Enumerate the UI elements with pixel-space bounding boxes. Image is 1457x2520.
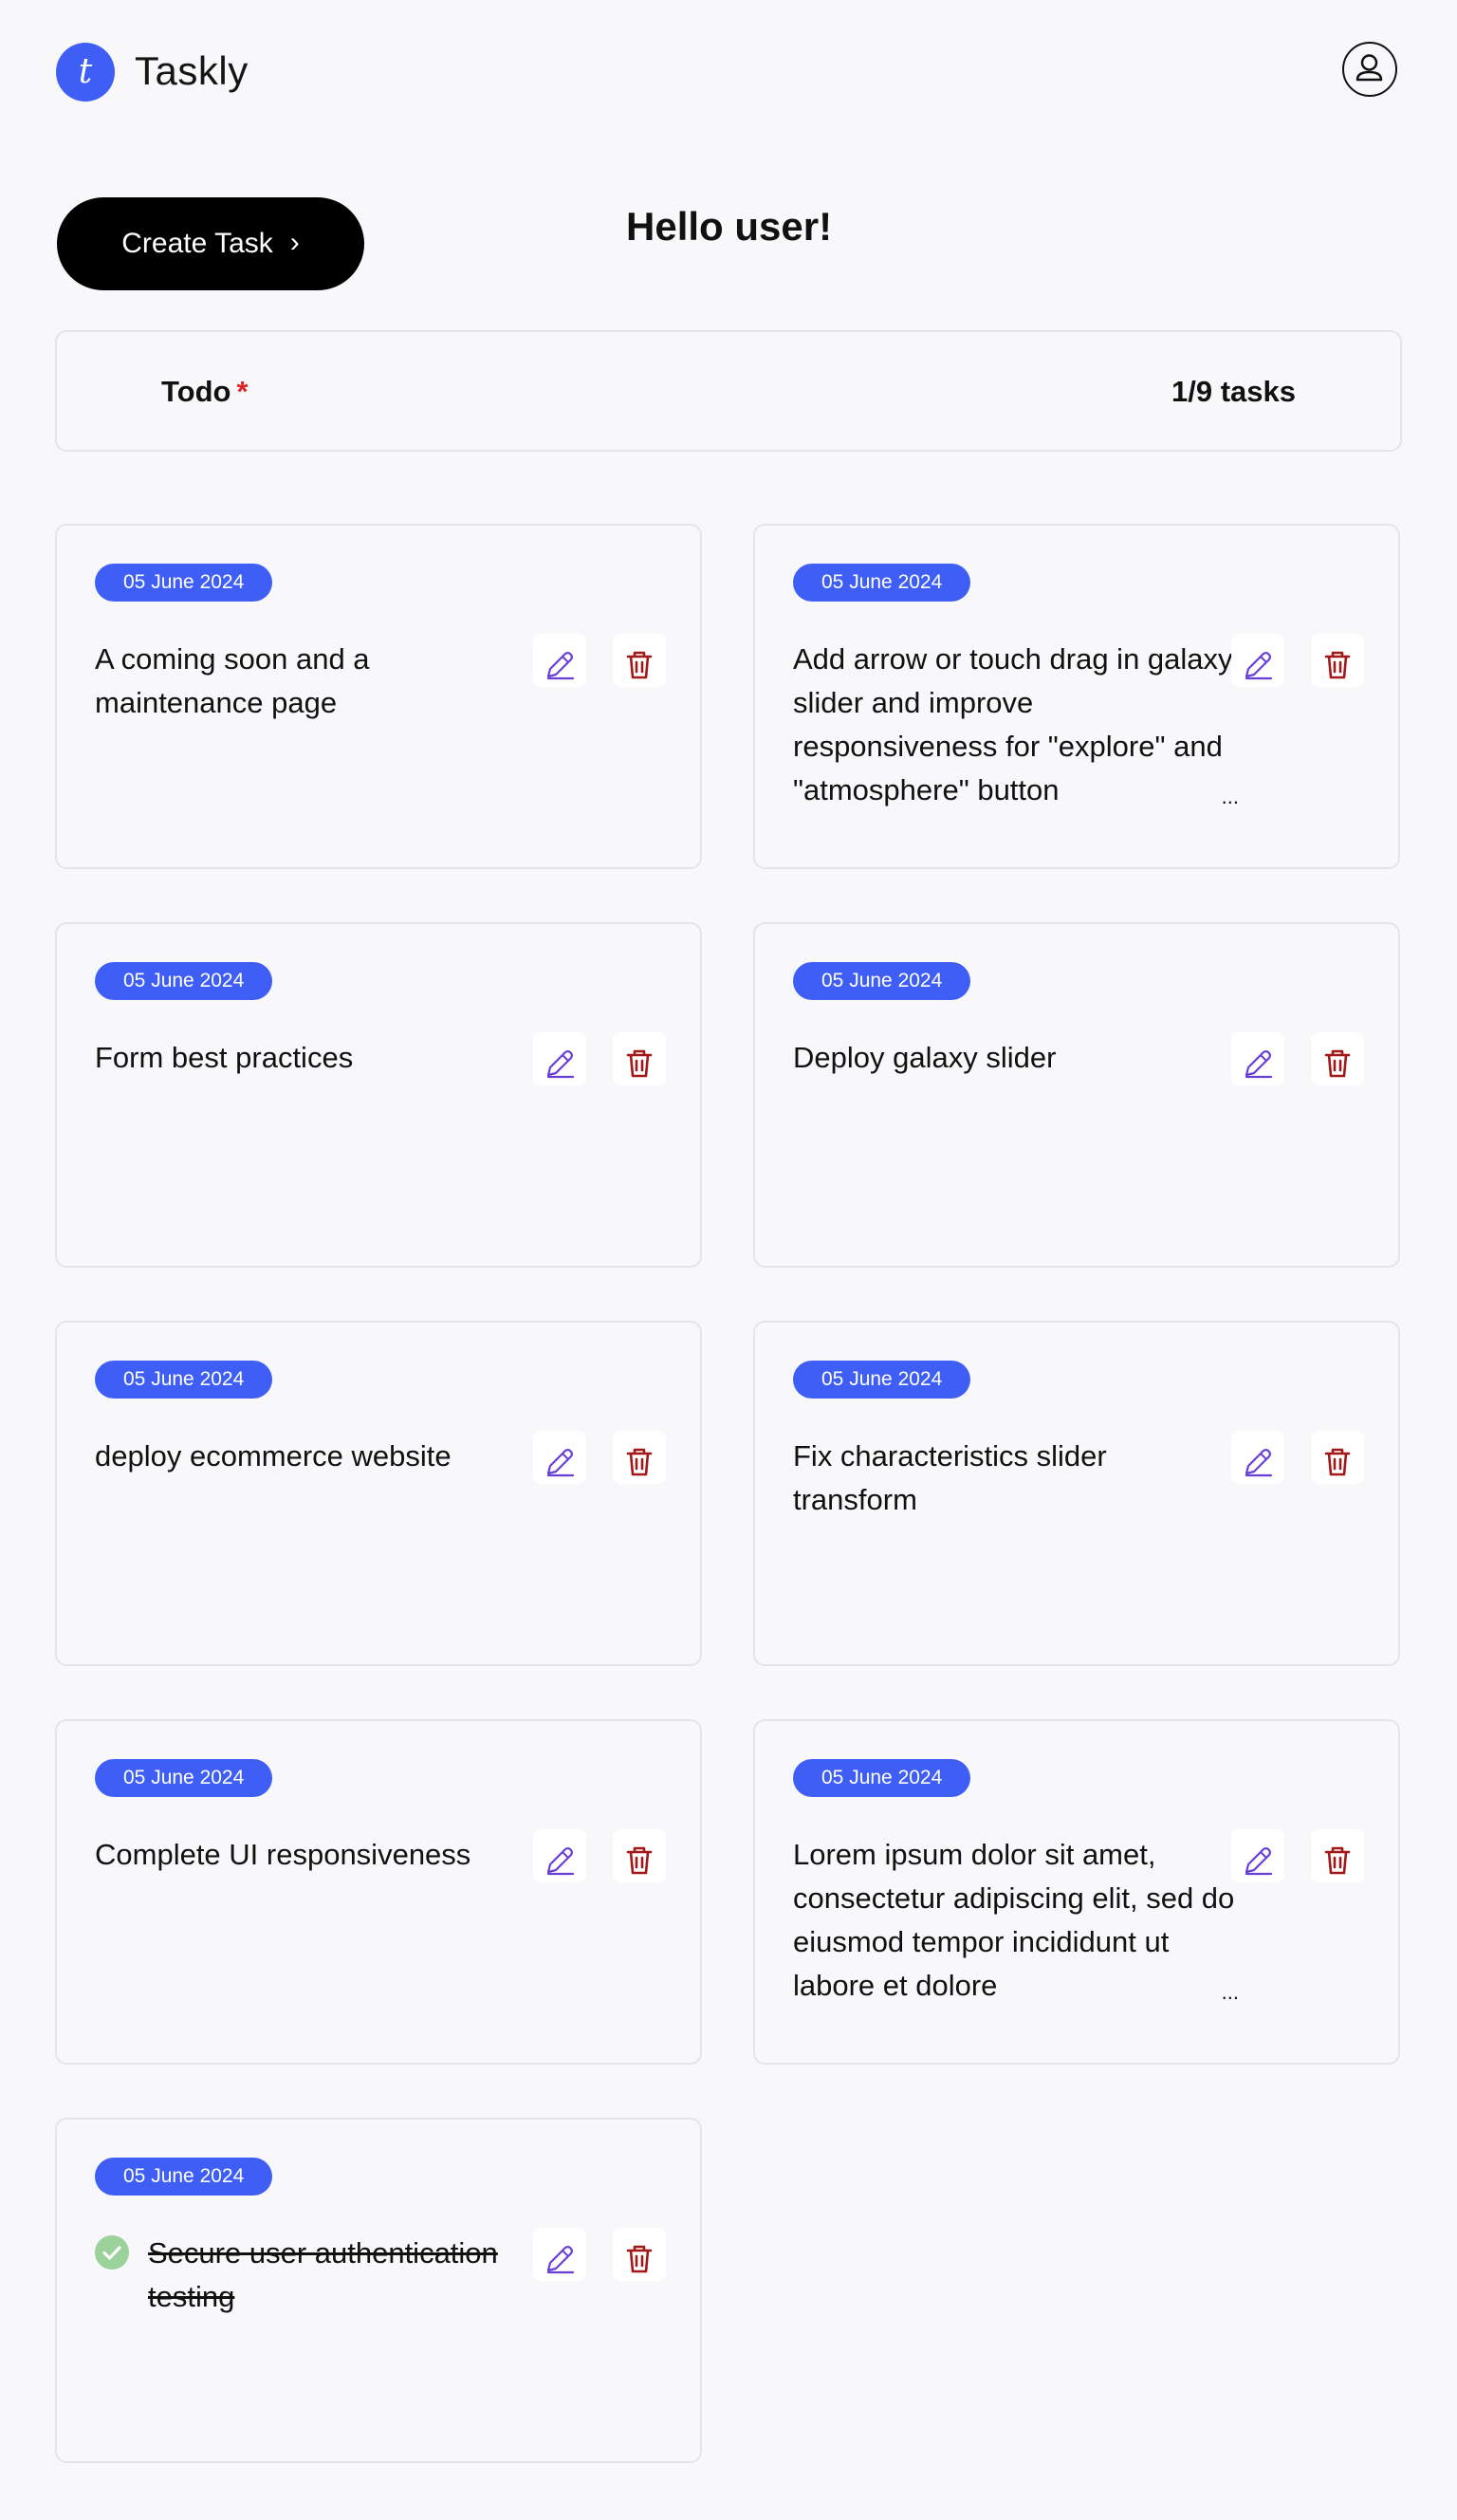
pencil-icon: [1245, 1050, 1273, 1079]
task-text: deploy ecommerce website: [95, 1439, 452, 1473]
delete-task-button[interactable]: [613, 1829, 666, 1882]
completed-check-icon[interactable]: [95, 2235, 129, 2270]
task-text: Complete UI responsiveness: [95, 1838, 471, 1871]
task-text: Form best practices: [95, 1041, 354, 1074]
todo-title-text: Todo: [161, 375, 231, 408]
task-date-badge: 05 June 2024: [793, 1759, 971, 1797]
trash-icon: [1324, 1448, 1351, 1476]
edit-task-button[interactable]: [533, 634, 586, 687]
app-header: t Taskly: [0, 0, 1457, 142]
todo-header-bar: Todo * 1/9 tasks: [55, 330, 1402, 452]
create-task-button[interactable]: Create Task ›: [57, 197, 364, 290]
user-icon: [1356, 54, 1383, 82]
delete-task-button[interactable]: [613, 1431, 666, 1484]
task-card: 05 June 2024 Deploy galaxy slider: [753, 922, 1400, 1268]
delete-task-button[interactable]: [613, 1032, 666, 1085]
edit-task-button[interactable]: [1231, 634, 1284, 687]
task-card: 05 June 2024 deploy ecommerce website: [55, 1321, 702, 1666]
pencil-icon: [546, 1050, 575, 1079]
edit-task-button[interactable]: [1231, 1431, 1284, 1484]
pencil-icon: [1245, 1449, 1273, 1477]
chevron-right-icon: ›: [289, 226, 300, 258]
task-date-badge: 05 June 2024: [95, 2158, 273, 2196]
task-card: 05 June 2024 Secure user authentication t…: [55, 2118, 702, 2463]
trash-icon: [1324, 1846, 1351, 1875]
pencil-icon: [546, 2246, 575, 2274]
trash-icon: [1324, 1049, 1351, 1078]
todo-title: Todo *: [161, 374, 249, 410]
edit-task-button[interactable]: [1231, 1032, 1284, 1085]
task-date-badge: 05 June 2024: [95, 962, 273, 1000]
task-date-badge: 05 June 2024: [793, 1361, 971, 1399]
task-card: 05 June 2024 A coming soon and a maintena…: [55, 524, 702, 869]
task-card: 05 June 2024 Form best practices: [55, 922, 702, 1268]
task-text: Fix characteristics slider transform: [793, 1439, 1107, 1516]
task-text: Add arrow or touch drag in galaxy slider…: [793, 638, 1239, 812]
pencil-icon: [1245, 1847, 1273, 1876]
task-date-badge: 05 June 2024: [95, 1759, 273, 1797]
create-task-label: Create Task: [121, 228, 273, 259]
task-text: Lorem ipsum dolor sit amet, consectetur …: [793, 1833, 1239, 2008]
task-date-badge: 05 June 2024: [95, 1361, 273, 1399]
task-card: 05 June 2024 Fix characteristics slider t…: [753, 1321, 1400, 1666]
edit-task-button[interactable]: [533, 1431, 586, 1484]
task-card: 05 June 2024 Lorem ipsum dolor sit amet, …: [753, 1719, 1400, 2065]
delete-task-button[interactable]: [1311, 1032, 1364, 1085]
task-text: Deploy galaxy slider: [793, 1041, 1057, 1074]
greeting-heading: Hello user!: [626, 204, 833, 249]
trash-icon: [626, 1049, 653, 1078]
user-profile-button[interactable]: [1342, 42, 1397, 97]
task-date-badge: 05 June 2024: [793, 962, 971, 1000]
edit-task-button[interactable]: [533, 2228, 586, 2281]
edit-task-button[interactable]: [533, 1032, 586, 1085]
trash-icon: [626, 651, 653, 679]
delete-task-button[interactable]: [1311, 634, 1364, 687]
pencil-icon: [546, 1449, 575, 1477]
delete-task-button[interactable]: [613, 2228, 666, 2281]
task-card: 05 June 2024 Complete UI responsiveness: [55, 1719, 702, 2065]
task-date-badge: 05 June 2024: [95, 564, 273, 602]
delete-task-button[interactable]: [1311, 1431, 1364, 1484]
task-text: Secure user authentication testing: [148, 2236, 498, 2313]
pencil-icon: [546, 652, 575, 680]
task-date-badge: 05 June 2024: [793, 564, 971, 602]
required-star: *: [236, 375, 249, 408]
task-text: A coming soon and a maintenance page: [95, 642, 370, 719]
trash-icon: [1324, 651, 1351, 679]
app-name: Taskly: [135, 48, 249, 93]
app-logo[interactable]: t: [56, 43, 115, 102]
trash-icon: [626, 2245, 653, 2273]
edit-task-button[interactable]: [1231, 1829, 1284, 1882]
edit-task-button[interactable]: [533, 1829, 586, 1882]
delete-task-button[interactable]: [613, 634, 666, 687]
delete-task-button[interactable]: [1311, 1829, 1364, 1882]
pencil-icon: [546, 1847, 575, 1876]
trash-icon: [626, 1448, 653, 1476]
trash-icon: [626, 1846, 653, 1875]
task-card: 05 June 2024 Add arrow or touch drag in g…: [753, 524, 1400, 869]
pencil-icon: [1245, 652, 1273, 680]
task-count: 1/9 tasks: [1171, 375, 1296, 408]
